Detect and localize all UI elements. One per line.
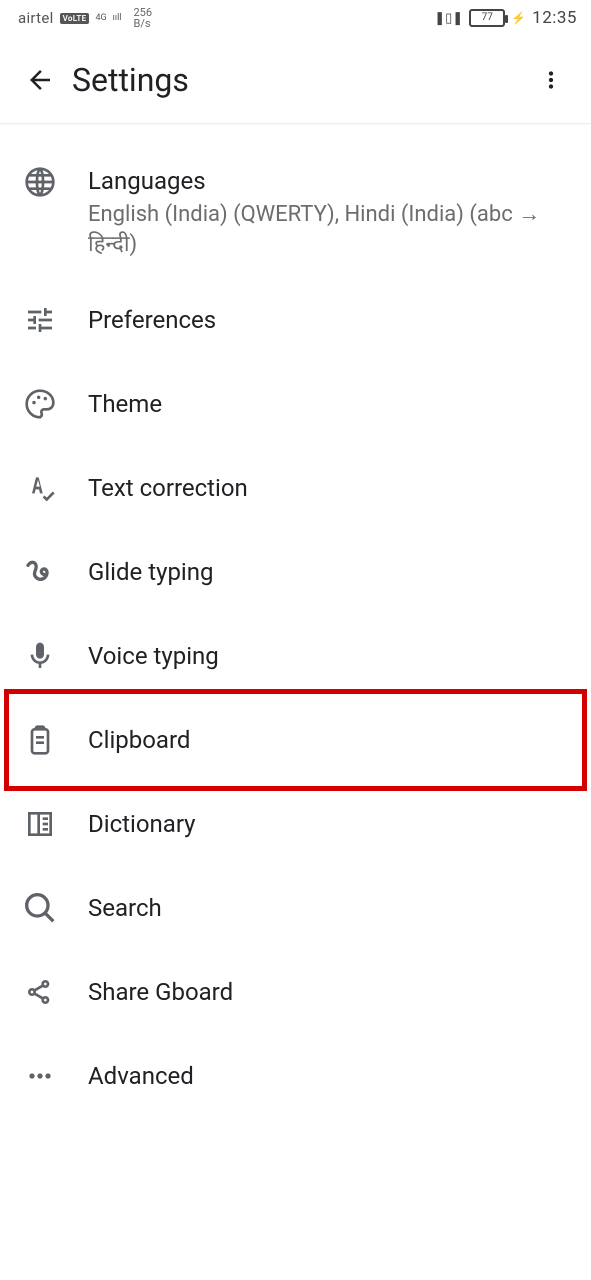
row-title: Text correction — [88, 473, 567, 503]
row-voice-typing[interactable]: Voice typing — [0, 614, 591, 698]
row-title: Theme — [88, 389, 567, 419]
row-glide-typing[interactable]: Glide typing — [0, 530, 591, 614]
gesture-icon — [24, 556, 88, 588]
more-vert-icon — [538, 67, 564, 93]
row-share-gboard[interactable]: Share Gboard — [0, 950, 591, 1034]
row-title: Advanced — [88, 1061, 567, 1091]
vibrate-icon: ❚▯❚ — [434, 11, 463, 26]
more-horiz-icon — [24, 1060, 88, 1092]
overflow-menu-button[interactable] — [527, 56, 575, 104]
row-search[interactable]: Search — [0, 866, 591, 950]
globe-icon — [24, 166, 88, 198]
row-text: Languages English (India) (QWERTY), Hind… — [88, 166, 567, 260]
book-icon — [24, 808, 88, 840]
row-theme[interactable]: Theme — [0, 362, 591, 446]
app-bar: Settings — [0, 36, 591, 124]
row-title: Share Gboard — [88, 977, 567, 1007]
net-speed-unit: B/s — [134, 18, 151, 29]
row-title: Search — [88, 893, 567, 923]
net-speed: 256 B/s — [134, 7, 153, 29]
row-title: Dictionary — [88, 809, 567, 839]
row-dictionary[interactable]: Dictionary — [0, 782, 591, 866]
palette-icon — [24, 388, 88, 420]
row-languages[interactable]: Languages English (India) (QWERTY), Hind… — [0, 148, 591, 278]
tune-icon — [24, 304, 88, 336]
page-title: Settings — [72, 61, 527, 99]
row-title: Glide typing — [88, 557, 567, 587]
clock: 12:35 — [532, 8, 577, 28]
row-title: Preferences — [88, 305, 567, 335]
arrow-back-icon — [25, 65, 55, 95]
row-title: Clipboard — [88, 725, 567, 755]
row-text-correction[interactable]: Text correction — [0, 446, 591, 530]
clipboard-icon — [24, 724, 88, 756]
mic-icon — [24, 640, 88, 672]
status-bar: airtel VoLTE 4G ııll 256 B/s ❚▯❚ 77 ⚡ 12… — [0, 0, 591, 36]
row-clipboard[interactable]: Clipboard — [0, 698, 591, 782]
battery-pct: 77 — [482, 13, 493, 23]
settings-list: Languages English (India) (QWERTY), Hind… — [0, 124, 591, 1280]
network-gen: 4G — [95, 14, 106, 23]
battery-icon: 77 — [469, 9, 505, 27]
row-title: Languages — [88, 166, 567, 196]
carrier-label: airtel — [18, 9, 54, 27]
row-title: Voice typing — [88, 641, 567, 671]
volte-badge: VoLTE — [60, 13, 90, 24]
row-subtitle: English (India) (QWERTY), Hindi (India) … — [88, 200, 567, 260]
share-icon — [24, 976, 88, 1008]
row-preferences[interactable]: Preferences — [0, 278, 591, 362]
status-left: airtel VoLTE 4G ııll 256 B/s — [18, 7, 152, 29]
back-button[interactable] — [16, 56, 64, 104]
row-advanced[interactable]: Advanced — [0, 1034, 591, 1118]
charging-icon: ⚡ — [511, 11, 526, 25]
search-icon — [24, 892, 88, 924]
signal-icon: ııll — [113, 14, 122, 23]
spellcheck-icon — [24, 472, 88, 504]
status-right: ❚▯❚ 77 ⚡ 12:35 — [434, 8, 577, 28]
